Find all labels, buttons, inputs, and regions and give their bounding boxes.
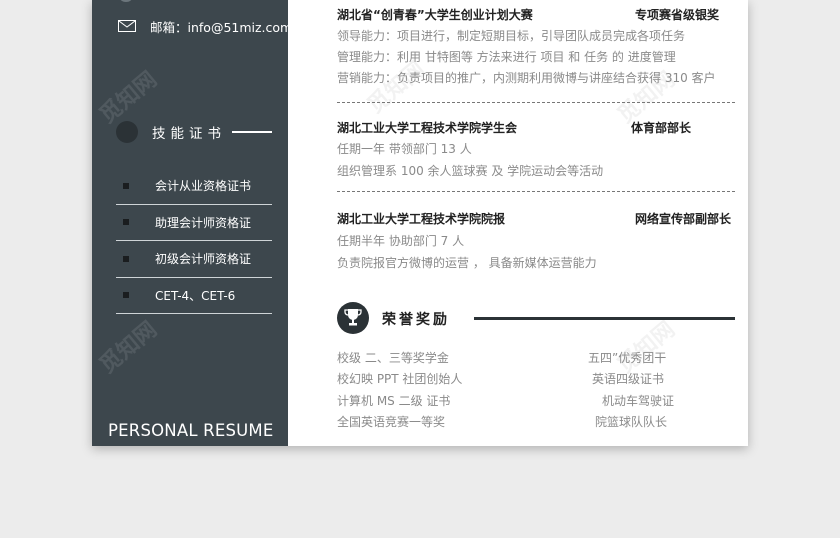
honor-item: 校级 二、三等奖学金 bbox=[337, 351, 449, 365]
cert-label: 会计从业资格证书 bbox=[155, 179, 252, 194]
email-label: 邮箱：info@51miz.com bbox=[150, 19, 288, 35]
experience-detail: 负责院报官方微博的运营 ， 具备新媒体运营能力 bbox=[337, 256, 597, 270]
bullet-icon bbox=[123, 219, 129, 226]
experience-heading: 湖北工业大学工程技术学院学生会 体育部部长 bbox=[337, 119, 733, 136]
experience-detail: 任期半年 协助部门 7 人 bbox=[337, 234, 465, 248]
phone-icon bbox=[120, 0, 132, 2]
experience-org: 湖北工业大学工程技术学院院报 bbox=[337, 212, 506, 226]
mail-icon bbox=[118, 20, 136, 32]
honor-item: 英语四级证书 bbox=[592, 372, 665, 386]
experience-detail: 组织管理系 100 余人篮球赛 及 学院运动会等活动 bbox=[337, 164, 604, 178]
skills-title: 技能证书 bbox=[152, 126, 226, 142]
skills-heading: 技能证书 bbox=[116, 121, 226, 143]
experience-detail: 管理能力：利用 甘特图等 方法来进行 项目 和 任务 的 进度管理 bbox=[337, 50, 676, 64]
bullet-icon bbox=[123, 292, 129, 299]
cert-item: 初级会计师资格证 bbox=[116, 241, 272, 278]
honor-item: 五四”优秀团干 bbox=[588, 351, 667, 365]
bullet-icon bbox=[123, 182, 129, 189]
watermark: 觅知网 bbox=[95, 317, 162, 379]
experience-detail: 营销能力：负责项目的推广，内测期利用微博与讲座结合获得 310 客户 bbox=[337, 71, 716, 85]
resume-page: 邮箱：info@51miz.com 觅知网 觅知网 技能证书 会计从业资格证书 … bbox=[92, 0, 748, 446]
skills-icon bbox=[116, 121, 138, 143]
experience-role: 体育部部长 bbox=[630, 121, 691, 135]
honor-item: 校幻映 PPT 社团创始人 bbox=[337, 372, 463, 386]
honor-item: 机动车驾驶证 bbox=[602, 394, 675, 408]
cert-item: 会计从业资格证书 bbox=[116, 168, 272, 205]
cert-label: 初级会计师资格证 bbox=[155, 252, 252, 267]
honors-title: 荣誉奖励 bbox=[382, 312, 450, 328]
experience-org: 湖北省“创青春”大学生创业计划大赛 bbox=[337, 8, 533, 22]
skills-divider bbox=[232, 131, 272, 133]
bullet-icon bbox=[123, 255, 129, 262]
email-row: 邮箱：info@51miz.com bbox=[118, 16, 288, 36]
experience-role: 网络宣传部副部长 bbox=[634, 212, 731, 226]
trophy-icon bbox=[337, 302, 369, 334]
personal-resume-label: PERSONAL RESUME bbox=[108, 421, 274, 440]
cert-item: CET-4、CET-6 bbox=[116, 278, 272, 314]
honor-item: 全国英语竞赛一等奖 bbox=[337, 415, 446, 429]
cert-list: 会计从业资格证书 助理会计师资格证 初级会计师资格证 CET-4、CET-6 bbox=[116, 168, 272, 314]
honor-item: 计算机 MS 二级 证书 bbox=[337, 394, 451, 408]
cert-label: CET-4、CET-6 bbox=[155, 288, 236, 303]
honors-divider bbox=[474, 317, 735, 320]
cert-label: 助理会计师资格证 bbox=[155, 215, 252, 230]
dashed-divider bbox=[337, 102, 735, 103]
experience-heading: 湖北省“创青春”大学生创业计划大赛 专项赛省级银奖 bbox=[337, 6, 733, 23]
cert-item: 助理会计师资格证 bbox=[116, 205, 272, 241]
watermark: 觅知网 bbox=[95, 67, 162, 129]
experience-role: 专项赛省级银奖 bbox=[634, 8, 719, 22]
honor-item: 院篮球队队长 bbox=[595, 415, 668, 429]
experience-heading: 湖北工业大学工程技术学院院报 网络宣传部副部长 bbox=[337, 210, 733, 227]
dashed-divider bbox=[337, 191, 735, 192]
experience-detail: 任期一年 带领部门 13 人 bbox=[337, 142, 472, 156]
resume-sidebar: 邮箱：info@51miz.com 觅知网 觅知网 技能证书 会计从业资格证书 … bbox=[92, 0, 288, 446]
experience-detail: 领导能力：项目进行，制定短期目标，引导团队成员完成各项任务 bbox=[337, 29, 686, 43]
honors-heading: 荣誉奖励 bbox=[337, 302, 737, 334]
experience-org: 湖北工业大学工程技术学院学生会 bbox=[337, 121, 518, 135]
